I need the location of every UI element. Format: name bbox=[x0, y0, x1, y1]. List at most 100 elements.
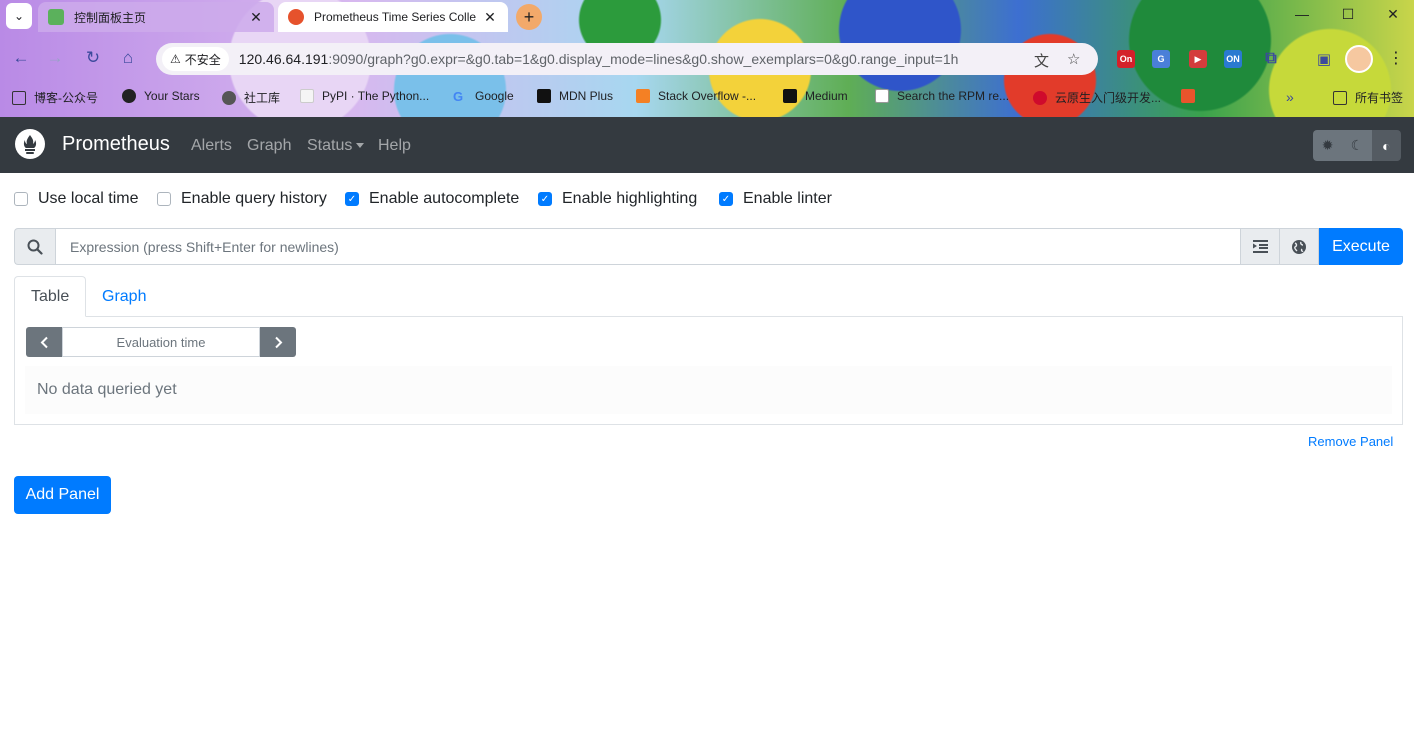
extension-on-icon[interactable]: On bbox=[1117, 50, 1135, 68]
nav-help[interactable]: Help bbox=[378, 137, 411, 155]
bookmark-label: 所有书签 bbox=[1355, 91, 1404, 105]
bookmark-label: Google bbox=[475, 89, 514, 103]
browser-chrome: ⌄ 控制面板主页 ✕ Prometheus Time Series Colle … bbox=[0, 0, 1414, 117]
tab-title: Prometheus Time Series Colle bbox=[314, 10, 477, 24]
translate-icon[interactable]: 文 bbox=[1034, 50, 1049, 71]
csdn-icon bbox=[1181, 89, 1195, 103]
enable-autocomplete-option[interactable]: ✓ Enable autocomplete bbox=[345, 190, 519, 208]
maximize-icon[interactable]: ☐ bbox=[1333, 6, 1363, 23]
new-tab-button[interactable]: + bbox=[516, 4, 542, 30]
browser-tab-prometheus[interactable]: Prometheus Time Series Colle ✕ bbox=[278, 2, 508, 32]
medium-icon bbox=[783, 89, 797, 103]
bookmark-item[interactable]: 博客-公众号 bbox=[12, 89, 98, 106]
brand-name[interactable]: Prometheus bbox=[62, 133, 170, 156]
bookmark-item[interactable]: Stack Overflow -... bbox=[636, 89, 756, 103]
use-local-time-option[interactable]: Use local time bbox=[14, 190, 138, 208]
mdn-icon bbox=[537, 89, 551, 103]
close-tab-icon[interactable]: ✕ bbox=[482, 9, 498, 26]
security-indicator[interactable]: ⚠ 不安全 bbox=[162, 47, 229, 71]
bookmark-item[interactable] bbox=[1181, 89, 1203, 103]
back-arrow-icon[interactable]: ← bbox=[9, 48, 33, 70]
video-extension-icon[interactable]: ▶ bbox=[1189, 50, 1207, 68]
profile-avatar[interactable] bbox=[1345, 45, 1373, 73]
execute-button[interactable]: Execute bbox=[1319, 228, 1403, 265]
enable-autocomplete-checkbox[interactable]: ✓ bbox=[345, 192, 359, 206]
enable-linter-option[interactable]: ✓ Enable linter bbox=[719, 190, 832, 208]
more-menu-icon[interactable]: ⋮ bbox=[1388, 48, 1404, 68]
enable-query-history-checkbox[interactable] bbox=[157, 192, 171, 206]
close-window-icon[interactable]: ✕ bbox=[1378, 6, 1408, 23]
forward-arrow-icon[interactable]: → bbox=[43, 48, 67, 70]
home-icon[interactable]: ⌂ bbox=[116, 48, 140, 70]
theme-toggle-group: ✹ ☾ ◐ bbox=[1313, 130, 1401, 161]
format-expression-icon[interactable] bbox=[1241, 228, 1280, 265]
bookmark-item[interactable]: G Google bbox=[453, 89, 514, 104]
panel-tabs: Table Graph bbox=[14, 276, 1403, 317]
bookmark-item[interactable]: PyPI · The Python... bbox=[300, 89, 429, 103]
side-panel-icon[interactable]: ▣ bbox=[1315, 50, 1333, 68]
tab-table[interactable]: Table bbox=[14, 276, 86, 317]
moon-icon[interactable]: ☾ bbox=[1342, 130, 1372, 161]
tab-search-button[interactable]: ⌄ bbox=[6, 3, 32, 29]
bookmark-label: PyPI · The Python... bbox=[322, 89, 430, 103]
bookmark-item[interactable]: 社工库 bbox=[222, 89, 280, 106]
nav-graph[interactable]: Graph bbox=[247, 137, 291, 155]
previous-time-button[interactable] bbox=[26, 327, 62, 357]
contrast-icon[interactable]: ◐ bbox=[1371, 130, 1401, 161]
prometheus-favicon-icon bbox=[288, 9, 304, 25]
extension-on-icon[interactable]: ON bbox=[1224, 50, 1242, 68]
nav-status-dropdown[interactable]: Status bbox=[307, 137, 365, 155]
enable-linter-checkbox[interactable]: ✓ bbox=[719, 192, 733, 206]
security-label: 不安全 bbox=[184, 52, 221, 67]
more-bookmarks-icon[interactable]: » bbox=[1286, 89, 1294, 105]
nav-alerts[interactable]: Alerts bbox=[191, 137, 232, 155]
close-tab-icon[interactable]: ✕ bbox=[248, 9, 264, 26]
use-local-time-checkbox[interactable] bbox=[14, 192, 28, 206]
add-panel-button[interactable]: Add Panel bbox=[14, 476, 111, 514]
puzzle-extensions-icon[interactable]: ⧉ bbox=[1262, 50, 1280, 68]
remove-panel-link[interactable]: Remove Panel bbox=[1308, 434, 1393, 449]
next-time-button[interactable] bbox=[260, 327, 296, 357]
chevron-down-icon: ⌄ bbox=[13, 9, 25, 23]
bookmark-label: Your Stars bbox=[144, 89, 200, 103]
bookmarks-bar: 博客-公众号 Your Stars 社工库 PyPI · The Python.… bbox=[0, 85, 1414, 109]
option-label: Use local time bbox=[38, 190, 139, 207]
no-data-message: No data queried yet bbox=[25, 366, 1392, 414]
reload-icon[interactable]: ↻ bbox=[81, 48, 105, 70]
bookmark-item[interactable]: MDN Plus bbox=[537, 89, 613, 103]
google-translate-extension-icon[interactable]: G bbox=[1152, 50, 1170, 68]
metrics-explorer-globe-icon[interactable] bbox=[1280, 228, 1319, 265]
enable-query-history-option[interactable]: Enable query history bbox=[157, 190, 327, 208]
checkmark-icon: ✓ bbox=[347, 193, 357, 205]
bookmark-label: Search the RPM re... bbox=[897, 89, 1010, 103]
bookmark-item[interactable]: 云原生入门级开发... bbox=[1033, 89, 1161, 106]
bookmark-item[interactable]: Medium bbox=[783, 89, 848, 103]
option-label: Enable query history bbox=[181, 190, 327, 207]
bookmark-item[interactable]: Your Stars bbox=[122, 89, 200, 103]
control-panel-favicon-icon bbox=[48, 9, 64, 25]
github-icon bbox=[122, 89, 136, 103]
enable-highlighting-checkbox[interactable]: ✓ bbox=[538, 192, 552, 206]
search-icon bbox=[14, 228, 55, 265]
evaluation-time-input[interactable]: Evaluation time bbox=[62, 327, 260, 357]
stack-overflow-icon bbox=[636, 89, 650, 103]
bookmark-item[interactable]: Search the RPM re... bbox=[875, 89, 1009, 103]
linux-tux-icon bbox=[875, 89, 889, 103]
google-icon: G bbox=[453, 89, 464, 104]
tab-graph[interactable]: Graph bbox=[86, 276, 162, 317]
browser-tab-control-panel[interactable]: 控制面板主页 ✕ bbox=[38, 2, 274, 32]
tab-title: 控制面板主页 bbox=[74, 10, 147, 25]
all-bookmarks-folder[interactable]: 所有书签 bbox=[1333, 89, 1403, 106]
url-text[interactable]: 120.46.64.191:9090/graph?g0.expr=&g0.tab… bbox=[239, 51, 1029, 67]
browser-toolbar: ← → ↻ ⌂ ⚠ 不安全 120.46.64.191:9090/graph?g… bbox=[0, 40, 1414, 78]
expression-input[interactable]: Expression (press Shift+Enter for newlin… bbox=[55, 228, 1241, 265]
bookmark-star-icon[interactable]: ☆ bbox=[1067, 50, 1080, 68]
address-bar[interactable]: ⚠ 不安全 120.46.64.191:9090/graph?g0.expr=&… bbox=[156, 43, 1098, 75]
bookmark-label: MDN Plus bbox=[559, 89, 614, 103]
minimize-icon[interactable]: — bbox=[1287, 6, 1317, 22]
nav-status-label: Status bbox=[307, 137, 353, 154]
enable-highlighting-option[interactable]: ✓ Enable highlighting bbox=[538, 190, 697, 208]
sun-icon[interactable]: ✹ bbox=[1313, 130, 1343, 161]
checkmark-icon: ✓ bbox=[721, 193, 731, 205]
prometheus-logo-icon[interactable] bbox=[15, 129, 45, 159]
